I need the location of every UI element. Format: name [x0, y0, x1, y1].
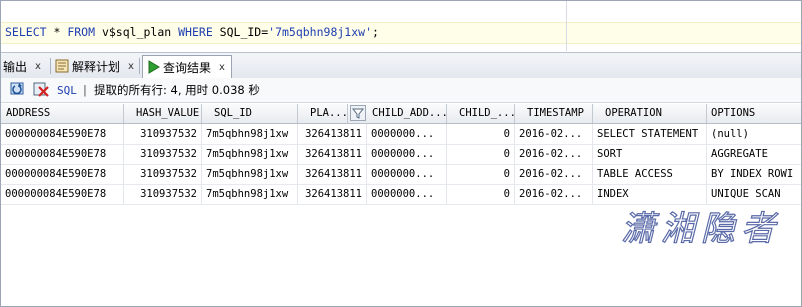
filter-icon[interactable]: [350, 105, 366, 121]
cell-sql-id[interactable]: 7m5qbhn98j1xw: [202, 184, 298, 204]
cell-child-number[interactable]: 0: [447, 184, 515, 204]
grid-header: ADDRESS HASH_VALUE SQL_ID PLA... CHILD_A…: [1, 104, 801, 124]
cell-address[interactable]: 000000084E590E78: [1, 184, 124, 204]
table-row[interactable]: 000000084E590E78 310937532 7m5qbhn98j1xw…: [1, 164, 801, 185]
column-header-sql-id[interactable]: SQL_ID: [202, 104, 298, 123]
column-header-plan-hash[interactable]: PLA...: [298, 104, 348, 123]
cell-child-number[interactable]: 0: [447, 124, 515, 144]
sql-editor[interactable]: SELECT * FROM v$sql_plan WHERE SQL_ID='7…: [1, 1, 801, 51]
delete-icon: [33, 81, 49, 100]
sql-statement[interactable]: SELECT * FROM v$sql_plan WHERE SQL_ID='7…: [5, 25, 379, 39]
watermark: 潇湘隐者: [620, 208, 781, 249]
toolbar-separator: |: [83, 83, 87, 97]
cell-plan-hash[interactable]: 326413811: [298, 184, 367, 204]
cell-timestamp[interactable]: 2016-02...: [515, 144, 593, 164]
tab-explain-plan[interactable]: 解释计划 x: [55, 56, 134, 76]
explain-plan-icon: [55, 59, 69, 73]
column-header-hash-value[interactable]: HASH_VALUE: [124, 104, 202, 123]
column-header-address[interactable]: ADDRESS: [1, 104, 124, 123]
cell-child-address[interactable]: 0000000...: [367, 184, 447, 204]
cell-timestamp[interactable]: 2016-02...: [515, 164, 593, 184]
sql-button[interactable]: SQL: [57, 81, 77, 99]
table-row[interactable]: 000000084E590E78 310937532 7m5qbhn98j1xw…: [1, 144, 801, 165]
tab-explain-plan-label: 解释计划: [72, 59, 121, 74]
close-icon[interactable]: x: [35, 61, 41, 72]
sql-string-literal: '7m5qbhn98j1xw': [268, 25, 372, 39]
cell-address[interactable]: 000000084E590E78: [1, 144, 124, 164]
cell-hash-value[interactable]: 310937532: [124, 144, 202, 164]
cell-address[interactable]: 000000084E590E78: [1, 124, 124, 144]
cell-plan-hash[interactable]: 326413811: [298, 144, 367, 164]
column-header-options[interactable]: OPTIONS: [707, 104, 801, 123]
editor-margin-line: [566, 1, 567, 51]
sql-keyword-from: FROM: [67, 25, 96, 39]
column-header-operation[interactable]: OPERATION: [593, 104, 707, 123]
app-window: SELECT * FROM v$sql_plan WHERE SQL_ID='7…: [0, 0, 802, 307]
tab-output-label: 输出: [3, 59, 28, 74]
cell-sql-id[interactable]: 7m5qbhn98j1xw: [202, 144, 298, 164]
fetch-status: 提取的所有行: 4, 用时 0.038 秒: [94, 83, 260, 97]
delete-button[interactable]: [33, 81, 49, 99]
table-row[interactable]: 000000084E590E78 310937532 7m5qbhn98j1xw…: [1, 124, 801, 145]
tab-query-result-label: 查询结果: [163, 60, 212, 75]
cell-hash-value[interactable]: 310937532: [124, 164, 202, 184]
column-header-child-address[interactable]: CHILD_ADD...: [367, 104, 447, 123]
result-toolbar: SQL | 提取的所有行: 4, 用时 0.038 秒: [1, 78, 801, 103]
cell-sql-id[interactable]: 7m5qbhn98j1xw: [202, 164, 298, 184]
cell-child-number[interactable]: 0: [447, 144, 515, 164]
sql-text: *: [46, 25, 68, 39]
sql-terminator: ;: [372, 25, 379, 39]
column-header-timestamp[interactable]: TIMESTAMP: [515, 104, 593, 123]
sql-table-name: v$sql_plan: [95, 25, 179, 39]
sql-condition: SQL_ID=: [212, 25, 269, 39]
tab-divider: [50, 58, 51, 74]
cell-timestamp[interactable]: 2016-02...: [515, 184, 593, 204]
sql-keyword-where: WHERE: [178, 25, 213, 39]
cell-hash-value[interactable]: 310937532: [124, 184, 202, 204]
cell-plan-hash[interactable]: 326413811: [298, 164, 367, 184]
cell-sql-id[interactable]: 7m5qbhn98j1xw: [202, 124, 298, 144]
refresh-button[interactable]: [10, 81, 26, 99]
tab-query-result[interactable]: 查询结果 x: [142, 55, 232, 79]
cell-options[interactable]: AGGREGATE: [707, 144, 801, 164]
result-tab-strip: 输出 x 解释计划 x 查询结果 x: [1, 52, 801, 79]
cell-hash-value[interactable]: 310937532: [124, 124, 202, 144]
run-icon: [146, 60, 160, 74]
column-header-child-number[interactable]: CHILD_...: [447, 104, 515, 123]
refresh-icon: [10, 81, 26, 100]
cell-operation[interactable]: TABLE ACCESS: [593, 164, 707, 184]
cell-operation[interactable]: SORT: [593, 144, 707, 164]
close-icon[interactable]: x: [219, 62, 225, 73]
cell-plan-hash[interactable]: 326413811: [298, 124, 367, 144]
cell-operation[interactable]: SELECT STATEMENT: [593, 124, 707, 144]
cell-child-address[interactable]: 0000000...: [367, 144, 447, 164]
editor-blank-line: [1, 1, 801, 20]
tab-divider: [139, 58, 140, 74]
cell-address[interactable]: 000000084E590E78: [1, 164, 124, 184]
tab-output[interactable]: 输出 x: [3, 56, 41, 76]
cell-timestamp[interactable]: 2016-02...: [515, 124, 593, 144]
close-icon[interactable]: x: [128, 61, 134, 72]
cell-child-number[interactable]: 0: [447, 164, 515, 184]
cell-options[interactable]: BY INDEX ROWI: [707, 164, 801, 184]
cell-child-address[interactable]: 0000000...: [367, 164, 447, 184]
sql-keyword-select: SELECT: [5, 25, 47, 39]
cell-child-address[interactable]: 0000000...: [367, 124, 447, 144]
cell-options[interactable]: (null): [707, 124, 801, 144]
